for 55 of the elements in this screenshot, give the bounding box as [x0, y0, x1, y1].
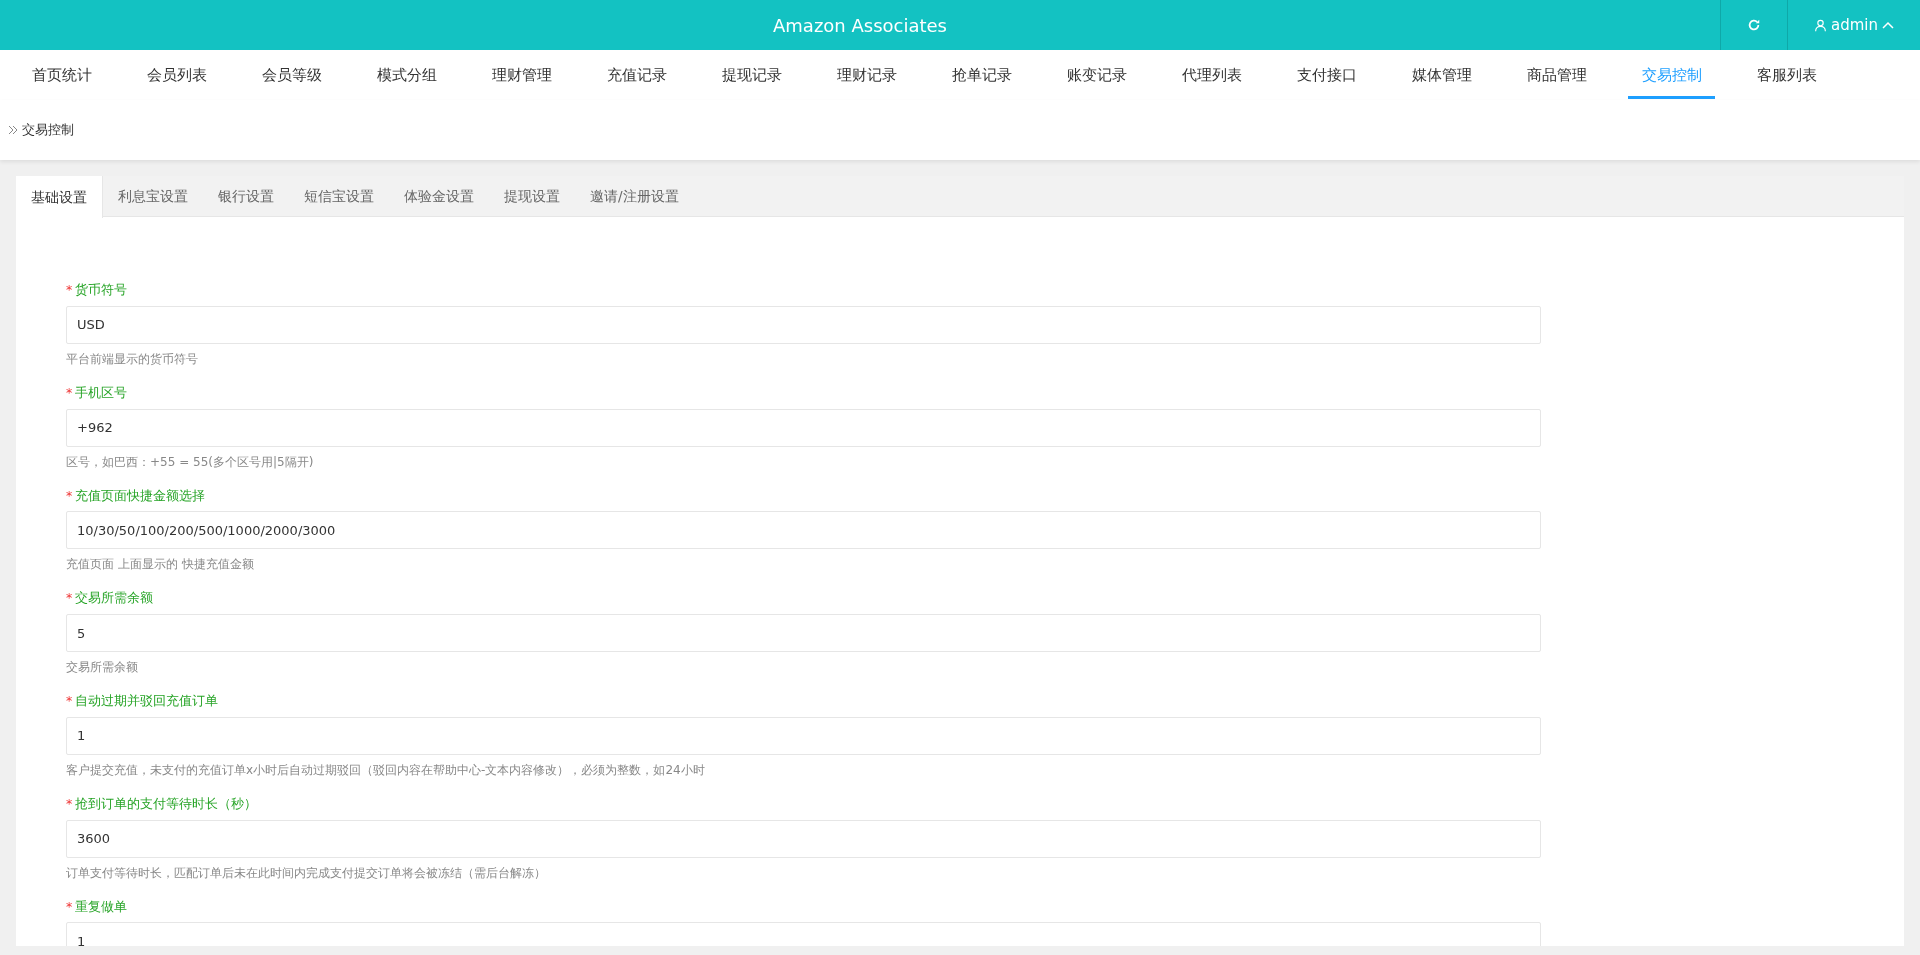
- help-text: 平台前端显示的货币符号: [66, 350, 199, 368]
- nav-tab[interactable]: 商品管理: [1499, 50, 1614, 100]
- required-mark: *: [66, 794, 73, 813]
- nav-tab[interactable]: 会员等级: [234, 50, 349, 100]
- help-text: 客户提交充值，未支付的充值订单x小时后自动过期驳回（驳回内容在帮助中心-文本内容修改），必须为整数，如24小时: [66, 761, 706, 779]
- nav-tab[interactable]: 会员列表: [119, 50, 234, 100]
- nav-tab[interactable]: 理财管理: [464, 50, 579, 100]
- nav-tab[interactable]: 充值记录: [579, 50, 694, 100]
- input-field[interactable]: USD: [66, 305, 1541, 344]
- caret-icon: [1882, 21, 1894, 29]
- nav-tab[interactable]: 首页统计: [4, 50, 119, 100]
- user-icon: [1814, 18, 1827, 32]
- nav-tab[interactable]: 媒体管理: [1384, 50, 1499, 100]
- input-field[interactable]: +962: [66, 408, 1541, 447]
- input-field[interactable]: 1: [66, 716, 1541, 755]
- required-mark: *: [66, 897, 73, 916]
- chevrons-icon: [8, 125, 18, 135]
- nav-tab[interactable]: 抢单记录: [924, 50, 1039, 100]
- breadcrumb-text: 交易控制: [22, 121, 74, 140]
- required-mark: *: [66, 281, 73, 299]
- field-label: 充值页面快捷金额选择: [75, 486, 206, 505]
- field-label: 重复做单: [75, 897, 128, 916]
- field-label: 抢到订单的支付等待时长（秒）: [75, 794, 258, 813]
- input-field[interactable]: 3600: [66, 819, 1541, 858]
- help-text: 订单支付等待时长，匹配订单后未在此时间内完成支付提交订单将会被冻结（需后台解冻）: [66, 864, 547, 882]
- input-field[interactable]: 10/30/50/100/200/500/1000/2000/3000: [66, 511, 1541, 550]
- field-label: 交易所需余额: [75, 589, 154, 608]
- input-field[interactable]: 5: [66, 614, 1541, 652]
- nav-tab[interactable]: 代理列表: [1154, 50, 1269, 100]
- field-label: 手机区号: [75, 383, 128, 402]
- nav-tab[interactable]: 支付接口: [1269, 50, 1384, 100]
- help-text: 充值页面 上面显示的 快捷充值金额: [66, 556, 255, 574]
- input-field[interactable]: 1: [66, 922, 1541, 946]
- nav-tab[interactable]: 账变记录: [1039, 50, 1154, 100]
- required-mark: *: [66, 383, 73, 402]
- help-text: 交易所需余额: [66, 659, 139, 676]
- settings-tab[interactable]: 提现设置: [489, 176, 575, 217]
- settings-tab[interactable]: 利息宝设置: [103, 176, 203, 217]
- required-mark: *: [66, 486, 73, 505]
- field-label: 货币符号: [75, 281, 128, 299]
- required-mark: *: [66, 589, 73, 608]
- help-text: 区号，如巴西：+55 = 55(多个区号用|5隔开): [66, 453, 315, 471]
- settings-tab[interactable]: 基础设置: [16, 176, 103, 218]
- settings-tab[interactable]: 体验金设置: [389, 176, 489, 217]
- required-mark: *: [66, 692, 73, 710]
- refresh-icon: [1747, 18, 1761, 33]
- nav-tab[interactable]: 模式分组: [349, 50, 464, 100]
- nav-tab[interactable]: 理财记录: [809, 50, 924, 100]
- nav-tab[interactable]: 提现记录: [694, 50, 809, 100]
- field-label: 自动过期并驳回充值订单: [75, 692, 219, 710]
- app-title: Amazon Associates: [773, 13, 947, 38]
- settings-tab[interactable]: 邀请/注册设置: [575, 176, 694, 217]
- settings-tab[interactable]: 银行设置: [203, 176, 289, 217]
- settings-tab[interactable]: 短信宝设置: [289, 176, 389, 217]
- nav-tab[interactable]: 客服列表: [1729, 50, 1844, 100]
